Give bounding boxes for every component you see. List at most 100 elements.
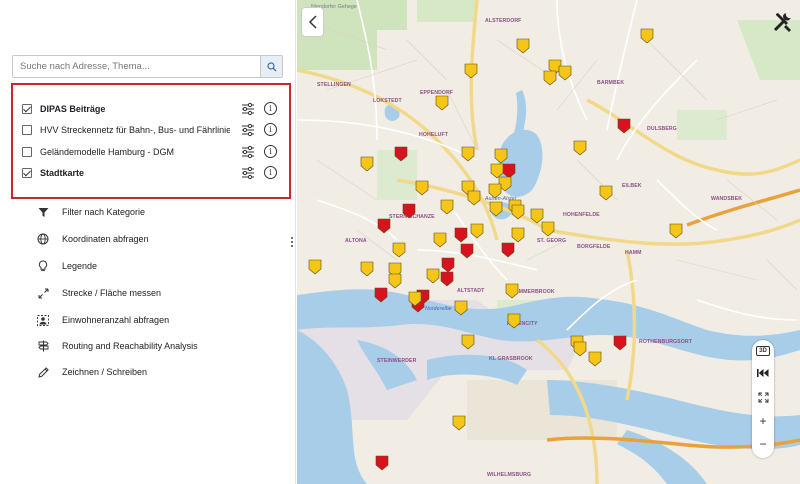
3d-button[interactable]: 3D [752,340,774,362]
marker-yellow[interactable] [573,140,587,156]
marker-red[interactable] [394,146,408,162]
info-icon[interactable]: i [264,166,278,180]
marker-yellow[interactable] [467,190,481,206]
tool-measure[interactable]: Strecke / Fläche messen [36,285,161,301]
marker-yellow[interactable] [388,273,402,289]
layer-label-dipas: DIPAS Beiträge [40,104,106,114]
marker-red[interactable] [501,242,515,258]
marker-yellow[interactable] [308,259,322,275]
person-frame-icon [36,313,50,327]
marker-yellow[interactable] [505,283,519,299]
fullscreen-icon [758,392,768,402]
tool-label: Filter nach Kategorie [62,207,146,217]
marker-red[interactable] [440,271,454,287]
marker-yellow[interactable] [452,415,466,431]
tool-label: Zeichnen / Schreiben [62,367,148,377]
marker-yellow[interactable] [573,341,587,357]
settings-sliders-icon[interactable] [241,102,255,116]
tools-button[interactable] [771,10,795,34]
layer-dgm[interactable]: Geländemodelle Hamburg - DGM i [22,142,284,162]
marker-yellow[interactable] [470,223,484,239]
marker-red[interactable] [375,455,389,471]
info-icon[interactable]: i [264,145,278,159]
marker-yellow[interactable] [433,232,447,248]
lightbulb-icon [36,259,50,273]
layer-label-hvv: HVV Streckennetz für Bahn-, Bus- und Fäh… [40,125,230,135]
marker-yellow[interactable] [360,261,374,277]
marker-yellow[interactable] [392,242,406,258]
marker-yellow[interactable] [435,95,449,111]
marker-yellow[interactable] [599,185,613,201]
marker-yellow[interactable] [507,313,521,329]
marker-yellow[interactable] [640,28,654,44]
skip-back-icon [757,369,769,377]
marker-yellow[interactable] [558,65,572,81]
zoom-in-button[interactable]: + [752,410,774,432]
info-icon[interactable]: i [264,123,278,137]
marker-red[interactable] [377,218,391,234]
marker-yellow[interactable] [360,156,374,172]
layer-checkbox-stadtkarte[interactable] [22,168,32,178]
tool-routing[interactable]: Routing and Reachability Analysis [36,338,198,354]
zoom-out-button[interactable]: − [752,433,774,455]
resize-handle[interactable] [291,236,294,250]
layer-dipas[interactable]: DIPAS Beiträge i [22,99,284,119]
marker-yellow[interactable] [489,201,503,217]
marker-yellow[interactable] [490,163,504,179]
marker-red[interactable] [617,118,631,134]
tool-label: Einwohneranzahl abfragen [62,315,170,325]
tools-icon [773,13,791,32]
tool-legend[interactable]: Legende [36,258,97,274]
chevron-left-icon [308,15,317,29]
signpost-icon [36,339,50,353]
search-bar [12,55,283,78]
marker-yellow[interactable] [511,204,525,220]
info-icon[interactable]: i [264,102,278,116]
marker-yellow[interactable] [588,351,602,367]
marker-yellow[interactable] [415,180,429,196]
map-controls: 3D + − [752,340,774,458]
settings-sliders-icon[interactable] [241,166,255,180]
marker-yellow[interactable] [426,268,440,284]
tool-filter[interactable]: Filter nach Kategorie [36,204,145,220]
marker-yellow[interactable] [464,63,478,79]
back-button[interactable] [301,7,324,37]
tool-population[interactable]: Einwohneranzahl abfragen [36,312,169,328]
marker-yellow[interactable] [516,38,530,54]
marker-yellow[interactable] [461,334,475,350]
settings-sliders-icon[interactable] [241,145,255,159]
marker-yellow[interactable] [494,148,508,164]
marker-red[interactable] [460,243,474,259]
marker-yellow[interactable] [461,146,475,162]
marker-red[interactable] [454,227,468,243]
layer-checkbox-dgm[interactable] [22,147,32,157]
fullscreen-button[interactable] [752,386,774,408]
layer-stadtkarte[interactable]: Stadtkarte i [22,163,284,183]
layer-checkbox-dipas[interactable] [22,104,32,114]
marker-red[interactable] [441,257,455,273]
previous-view-button[interactable] [752,362,774,384]
marker-red[interactable] [502,163,516,179]
map-view[interactable]: Niendorfer Gehege STELLINGEN ALSTERDORF … [297,0,800,484]
marker-yellow[interactable] [440,199,454,215]
marker-yellow[interactable] [530,208,544,224]
marker-red[interactable] [402,203,416,219]
tool-label: Koordinaten abfragen [62,234,149,244]
tool-coordinates[interactable]: Koordinaten abfragen [36,231,149,247]
marker-yellow[interactable] [543,70,557,86]
marker-yellow[interactable] [541,221,555,237]
tool-draw[interactable]: Zeichnen / Schreiben [36,364,147,380]
settings-sliders-icon[interactable] [241,123,255,137]
tool-label: Routing and Reachability Analysis [62,341,198,351]
marker-yellow[interactable] [454,300,468,316]
search-button[interactable] [260,56,282,77]
3d-label: 3D [756,346,770,356]
search-input[interactable] [13,56,260,77]
marker-red[interactable] [613,335,627,351]
marker-yellow[interactable] [511,227,525,243]
marker-yellow[interactable] [488,183,502,199]
marker-yellow[interactable] [669,223,683,239]
layer-hvv[interactable]: HVV Streckennetz für Bahn-, Bus- und Fäh… [22,120,284,140]
layer-checkbox-hvv[interactable] [22,125,32,135]
marker-red[interactable] [374,287,388,303]
